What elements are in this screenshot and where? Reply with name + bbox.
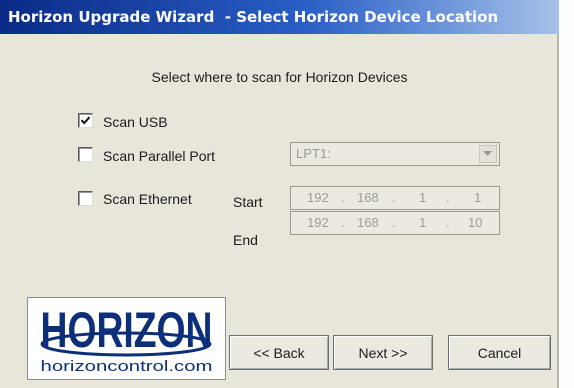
dropdown-button[interactable] — [479, 145, 497, 163]
scan-parallel-checkbox[interactable] — [78, 147, 93, 162]
ip-octet: 168 — [357, 215, 379, 230]
back-button[interactable]: << Back — [229, 335, 329, 370]
end-ip-field[interactable]: 192 . 168 . 1 . 10 — [290, 211, 500, 235]
background-strip — [559, 0, 574, 388]
ip-octet: 192 — [307, 190, 329, 205]
scan-parallel-label[interactable]: Scan Parallel Port — [103, 148, 215, 164]
end-ip-label: End — [233, 232, 258, 248]
scan-usb-label[interactable]: Scan USB — [103, 114, 168, 130]
upgrade-wizard-window: Horizon Upgrade Wizard - Select Horizon … — [0, 0, 574, 388]
ip-octet: 1 — [419, 215, 427, 230]
scan-ethernet-checkbox[interactable] — [78, 191, 93, 206]
ip-octet: 192 — [307, 215, 329, 230]
parallel-port-value: LPT1: — [296, 146, 331, 161]
chevron-down-icon — [483, 151, 492, 156]
checkmark-icon — [80, 116, 91, 125]
dialog-border — [557, 34, 559, 388]
ip-octet: 168 — [357, 190, 379, 205]
ip-octet: 1 — [419, 190, 427, 205]
horizon-logo-graphic: HORIZON horizoncontrol.com — [40, 302, 213, 375]
ip-octet: 10 — [468, 215, 483, 230]
title-bar[interactable]: Horizon Upgrade Wizard - Select Horizon … — [0, 0, 559, 34]
window-title: Horizon Upgrade Wizard - Select Horizon … — [8, 8, 499, 26]
scan-usb-checkbox[interactable] — [78, 113, 93, 128]
logo-url: horizoncontrol.com — [41, 358, 213, 375]
next-button[interactable]: Next >> — [333, 335, 433, 370]
scan-ethernet-label[interactable]: Scan Ethernet — [103, 191, 192, 207]
logo-wordmark: HORIZON — [41, 302, 213, 358]
instruction-text: Select where to scan for Horizon Devices — [151, 69, 408, 85]
parallel-port-select[interactable]: LPT1: — [290, 142, 500, 166]
horizon-logo: HORIZON horizoncontrol.com — [27, 297, 226, 380]
cancel-button[interactable]: Cancel — [448, 335, 551, 370]
start-ip-field[interactable]: 192 . 168 . 1 . 1 — [290, 186, 500, 210]
start-ip-label: Start — [233, 194, 263, 210]
ip-octet: 1 — [474, 190, 482, 205]
